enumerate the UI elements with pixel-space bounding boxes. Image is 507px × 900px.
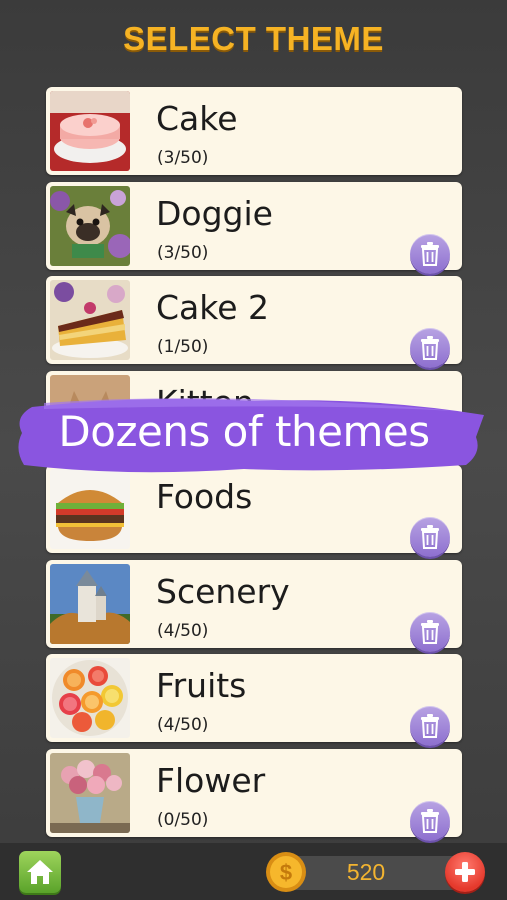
theme-name: Doggie — [156, 193, 273, 233]
trash-icon — [421, 241, 439, 266]
theme-progress: (0/50) — [157, 809, 209, 830]
theme-card-fruits[interactable]: Fruits (4/50) — [46, 654, 462, 746]
theme-name: Scenery — [156, 571, 290, 611]
theme-card-doggie[interactable]: Doggie (3/50) — [46, 181, 462, 274]
coin-balance: 520 — [346, 859, 386, 885]
home-button[interactable] — [19, 851, 61, 893]
cake-thumbnail — [50, 91, 130, 171]
theme-card-scenery[interactable]: Scenery (4/50) — [46, 559, 462, 652]
select-theme-screen: SELECT THEME Cake (3/50) Doggie (3/50) C… — [0, 0, 507, 900]
add-coins-button[interactable] — [445, 852, 485, 892]
pug-thumbnail — [50, 185, 130, 266]
svg-text:$: $ — [280, 860, 292, 885]
trash-icon — [421, 619, 439, 644]
theme-name: Fruits — [156, 666, 247, 705]
page-title: SELECT THEME — [123, 20, 384, 57]
trash-icon — [421, 525, 439, 549]
theme-progress: (4/50) — [157, 715, 209, 735]
promo-banner: Dozens of themes — [14, 393, 486, 479]
promo-banner-text: Dozens of themes — [58, 407, 430, 456]
theme-name: Foods — [156, 477, 253, 516]
cake-slice-thumbnail — [50, 280, 130, 360]
theme-name: Flower — [156, 760, 266, 800]
delete-theme-button[interactable] — [410, 233, 450, 274]
burger-thumbnail — [50, 469, 130, 549]
castle-thumbnail — [50, 563, 130, 644]
trash-icon — [421, 336, 439, 360]
trash-icon — [421, 808, 439, 833]
theme-progress: (3/50) — [157, 242, 209, 263]
citrus-thumbnail — [50, 658, 130, 738]
theme-progress: (1/50) — [157, 337, 209, 357]
theme-card-cake-2[interactable]: Cake 2 (1/50) — [46, 276, 462, 368]
delete-theme-button[interactable] — [410, 328, 450, 368]
delete-theme-button[interactable] — [410, 517, 450, 557]
bottom-bar: $ 520 — [0, 843, 507, 900]
theme-card-cake[interactable]: Cake (3/50) — [46, 87, 462, 175]
theme-card-flower[interactable]: Flower (0/50) — [46, 748, 462, 841]
delete-theme-button[interactable] — [410, 800, 450, 841]
flower-vase-thumbnail — [50, 752, 130, 833]
theme-progress: (3/50) — [157, 148, 209, 168]
delete-theme-button[interactable] — [410, 611, 450, 652]
plus-icon — [455, 862, 475, 882]
home-icon — [27, 860, 53, 884]
theme-name: Cake 2 — [156, 288, 269, 327]
theme-name: Cake — [156, 99, 238, 138]
trash-icon — [421, 714, 439, 738]
theme-progress: (4/50) — [157, 620, 209, 641]
delete-theme-button[interactable] — [410, 706, 450, 746]
